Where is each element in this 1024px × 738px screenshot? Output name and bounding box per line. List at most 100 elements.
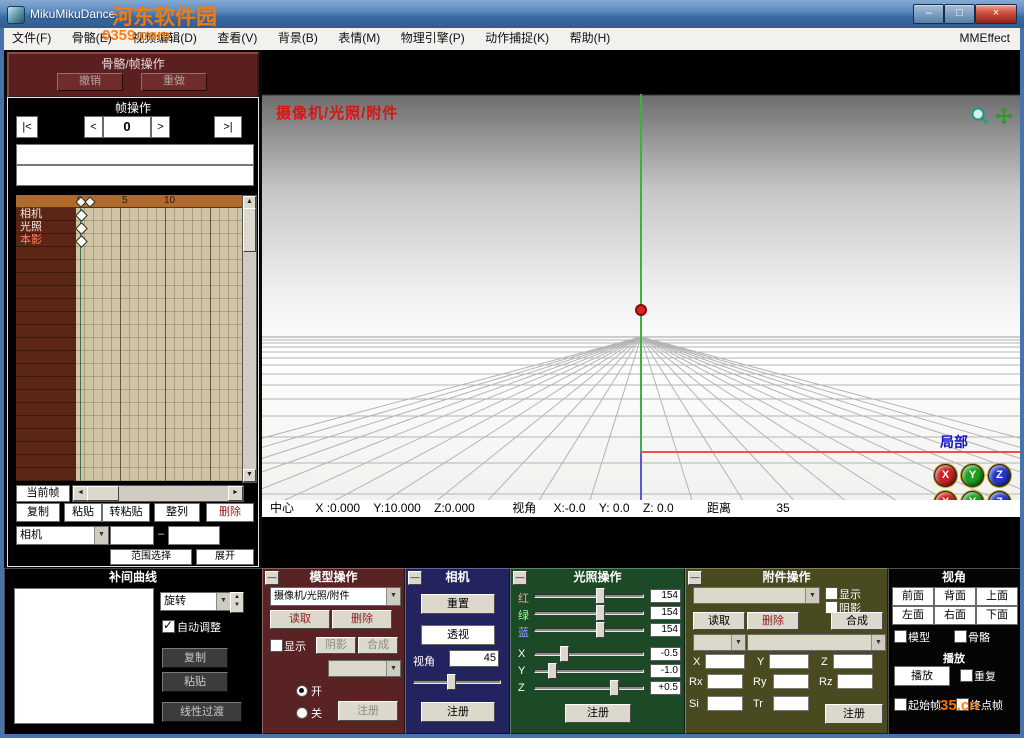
accessory-y-input[interactable] [769, 654, 809, 669]
fov-slider-track[interactable] [413, 680, 501, 684]
menu-item-background[interactable]: 背景(B) [270, 28, 326, 49]
light-blue-thumb[interactable] [596, 622, 605, 638]
view-bottom-button[interactable]: 下面 [976, 606, 1018, 625]
minimize-button[interactable]: – [913, 4, 944, 24]
light-x-value[interactable]: -0.5 [650, 647, 681, 661]
current-frame-button[interactable]: 当前帧 [16, 485, 70, 502]
accessory-z-input[interactable] [833, 654, 873, 669]
accessory-show-checkbox[interactable] [825, 587, 838, 600]
accessory-frame-dropdown[interactable] [693, 634, 746, 651]
frame-number-input[interactable]: 0 [103, 116, 151, 138]
align-button[interactable]: 整列 [154, 503, 200, 522]
axis-y-rotate-button[interactable]: Y [961, 464, 984, 487]
model-merge-button[interactable]: 合成 [358, 637, 398, 654]
accessory-rz-input[interactable] [837, 674, 873, 689]
light-register-button[interactable]: 注册 [565, 704, 631, 723]
keyframe-camera[interactable] [75, 209, 88, 222]
axis-z-rotate-button[interactable]: Z [988, 464, 1011, 487]
expression-list[interactable] [16, 165, 254, 186]
copy-button[interactable]: 复制 [16, 503, 60, 522]
fov-input[interactable]: 45 [449, 650, 499, 667]
accessory-merge-button[interactable]: 合成 [831, 612, 883, 630]
target-select-dropdown[interactable]: 相机 [16, 526, 109, 545]
accessory-ry-input[interactable] [773, 674, 809, 689]
light-x-slider[interactable] [534, 646, 644, 660]
fov-slider[interactable] [413, 674, 501, 688]
accessory-register-button[interactable]: 注册 [825, 704, 883, 724]
camera-reset-button[interactable]: 重置 [421, 594, 495, 614]
light-z-slider[interactable] [534, 680, 644, 694]
menu-item-motion-capture[interactable]: 动作捕捉(K) [477, 28, 557, 49]
model-show-checkbox[interactable] [270, 639, 283, 652]
curve-editor[interactable] [14, 588, 154, 724]
undo-button[interactable]: 撤销 [57, 73, 123, 91]
next-frame-button[interactable]: > [151, 116, 170, 138]
view-left-button[interactable]: 左面 [892, 606, 934, 625]
play-button[interactable]: 播放 [894, 666, 950, 686]
accessory-selector-dropdown[interactable] [693, 587, 820, 604]
curve-paste-button[interactable]: 粘贴 [162, 672, 228, 692]
physics-on-radio[interactable] [296, 685, 308, 697]
view-back-button[interactable]: 背面 [934, 587, 976, 606]
model-register-button[interactable]: 注册 [338, 701, 398, 721]
prev-frame-button[interactable]: < [84, 116, 103, 138]
model-selector-dropdown[interactable]: 摄像机/光照/附件 [270, 587, 401, 606]
menu-item-mmeffect[interactable]: MMEffect [960, 28, 1010, 49]
light-red-value[interactable]: 154 [650, 589, 681, 603]
accessory-x-input[interactable] [705, 654, 745, 669]
curve-copy-button[interactable]: 复制 [162, 648, 228, 668]
follow-bone-checkbox[interactable] [954, 630, 967, 643]
view-top-button[interactable]: 上面 [976, 587, 1018, 606]
scroll-down-icon[interactable]: ▼ [243, 469, 256, 482]
repeat-checkbox[interactable] [960, 669, 973, 682]
timeline-grid[interactable] [76, 208, 242, 481]
menu-item-help[interactable]: 帮助(H) [562, 28, 619, 49]
accessory-load-button[interactable]: 读取 [693, 612, 745, 630]
menu-item-physics[interactable]: 物理引擎(P) [393, 28, 473, 49]
start-frame-checkbox[interactable] [894, 698, 907, 711]
accessory-rx-input[interactable] [707, 674, 743, 689]
range-start-input[interactable] [110, 526, 154, 545]
curve-type-dropdown[interactable]: 旋转 [160, 592, 231, 611]
scroll-right-icon[interactable]: ► [228, 486, 243, 501]
linear-transition-button[interactable]: 线性过渡 [162, 702, 242, 722]
auto-adjust-checkbox[interactable] [162, 620, 175, 633]
rotate-paste-button[interactable]: 转粘贴 [102, 503, 150, 522]
range-end-input[interactable] [168, 526, 220, 545]
light-blue-slider[interactable] [534, 622, 644, 636]
expand-button[interactable]: 展开 [196, 549, 254, 565]
timeline-row-shadow[interactable]: 本影 [20, 234, 42, 247]
model-frame-dropdown[interactable] [328, 660, 401, 677]
light-blue-value[interactable]: 154 [650, 623, 681, 637]
timeline-row-camera[interactable]: 相机 [20, 208, 42, 221]
maximize-button[interactable]: □ [944, 4, 975, 24]
accessory-tr-input[interactable] [773, 696, 809, 711]
light-y-slider[interactable] [534, 663, 644, 677]
paste-button[interactable]: 粘贴 [64, 503, 102, 522]
menu-item-view[interactable]: 查看(V) [209, 28, 265, 49]
axis-x-rotate-button[interactable]: X [934, 464, 957, 487]
keyframe-light[interactable] [75, 222, 88, 235]
light-red-slider[interactable] [534, 588, 644, 602]
follow-model-checkbox[interactable] [894, 630, 907, 643]
perspective-toggle-button[interactable]: 透视 [421, 625, 495, 645]
view-front-button[interactable]: 前面 [892, 587, 934, 606]
light-x-thumb[interactable] [560, 646, 569, 662]
fov-slider-thumb[interactable] [447, 674, 456, 690]
model-delete-button[interactable]: 删除 [332, 610, 392, 629]
light-green-value[interactable]: 154 [650, 606, 681, 620]
accessory-si-input[interactable] [707, 696, 743, 711]
model-shadow-button[interactable]: 阴影 [316, 637, 356, 654]
menu-item-expression[interactable]: 表情(M) [330, 28, 388, 49]
range-select-button[interactable]: 范围选择 [110, 549, 192, 565]
camera-register-button[interactable]: 注册 [421, 702, 495, 722]
light-y-thumb[interactable] [548, 663, 557, 679]
scroll-left-icon[interactable]: ◄ [73, 486, 88, 501]
light-green-slider[interactable] [534, 605, 644, 619]
bone-list[interactable] [16, 144, 254, 165]
view-right-button[interactable]: 右面 [934, 606, 976, 625]
move-icon[interactable] [994, 106, 1014, 126]
timeline-vertical-scrollbar[interactable]: ▲ ▼ [242, 195, 257, 483]
last-frame-button[interactable]: >| [214, 116, 242, 138]
accessory-bone-dropdown[interactable] [747, 634, 886, 651]
